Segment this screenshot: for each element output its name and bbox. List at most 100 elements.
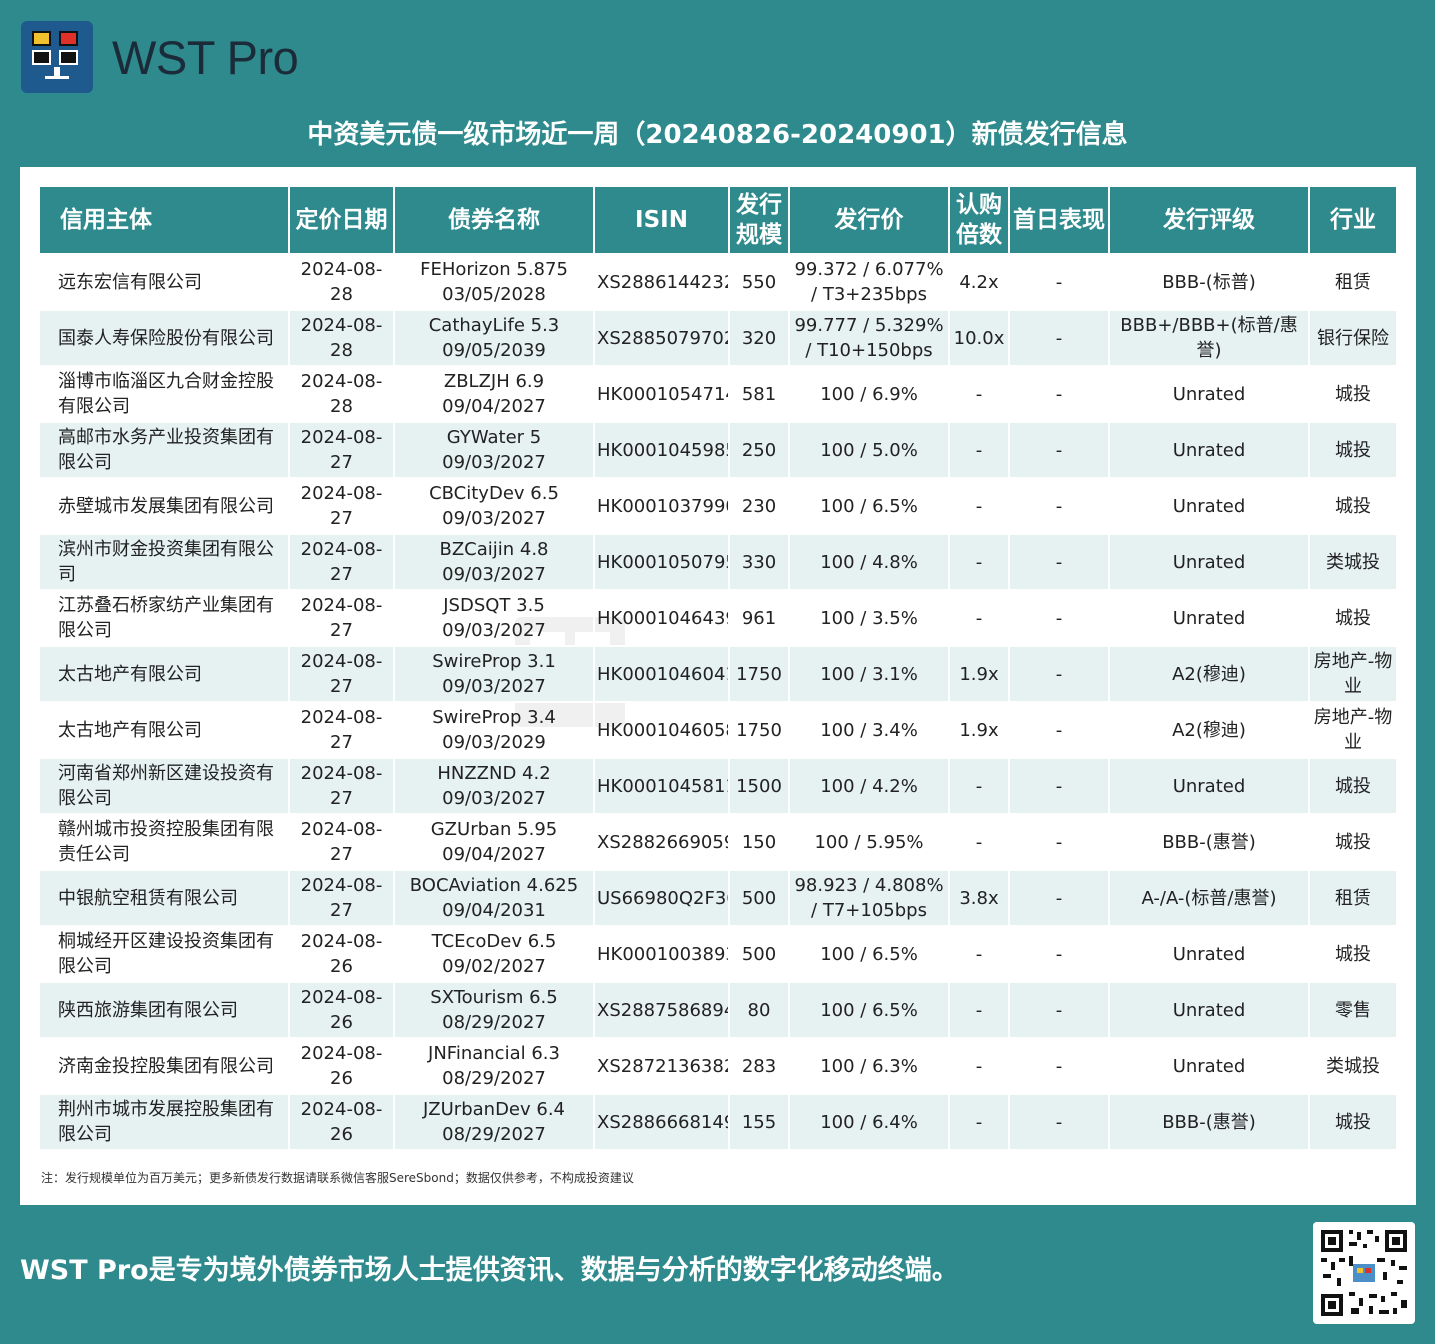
table-panel: WST Pro 信用主体 定价日期 债券名称 ISIN 发行规模 发行价 认购倍… [20,167,1416,1205]
bond-name-cell: SwireProp 3.4 09/03/2029 [395,701,595,757]
rating-cell: A2(穆迪) [1110,701,1310,757]
rating-cell: Unrated [1110,1037,1310,1093]
industry-cell: 城投 [1310,365,1396,421]
cover-cell: - [950,757,1010,813]
industry-cell: 银行保险 [1310,309,1396,365]
table-row: 国泰人寿保险股份有限公司 2024-08-28 CathayLife 5.3 09/… [40,309,1396,365]
industry-cell: 零售 [1310,981,1396,1037]
header-price: 发行价 [790,187,950,253]
cover-cell: - [950,533,1010,589]
cover-cell: - [950,477,1010,533]
isin-cell: HK0001050795 [595,533,730,589]
footnote: 注：发行规模单位为百万美元；更多新债发行数据请联系微信客服SereSbond；数… [41,1171,634,1185]
first-day-cell: - [1010,869,1110,925]
header-first-day: 首日表现 [1010,187,1110,253]
price-cell: 100 / 4.8% [790,533,950,589]
size-cell: 320 [730,309,790,365]
logo-icon [21,21,93,93]
table-row: 太古地产有限公司 2024-08-27 SwireProp 3.1 09/03/20… [40,645,1396,701]
first-day-cell: - [1010,1093,1110,1149]
price-cell: 100 / 3.1% [790,645,950,701]
issuer-cell: 赤壁城市发展集团有限公司 [40,477,290,533]
cover-cell: 1.9x [950,645,1010,701]
size-cell: 283 [730,1037,790,1093]
industry-cell: 类城投 [1310,1037,1396,1093]
issuer-cell: 济南金投控股集团有限公司 [40,1037,290,1093]
industry-cell: 租赁 [1310,869,1396,925]
industry-cell: 房地产-物业 [1310,701,1396,757]
size-cell: 1750 [730,701,790,757]
first-day-cell: - [1010,253,1110,309]
issuer-cell: 高邮市水务产业投资集团有限公司 [40,421,290,477]
size-cell: 500 [730,869,790,925]
price-cell: 100 / 5.95% [790,813,950,869]
pricing-date-cell: 2024-08-28 [290,253,395,309]
issuer-cell: 陕西旅游集团有限公司 [40,981,290,1037]
first-day-cell: - [1010,1037,1110,1093]
first-day-cell: - [1010,365,1110,421]
issuer-cell: 国泰人寿保险股份有限公司 [40,309,290,365]
pricing-date-cell: 2024-08-27 [290,757,395,813]
isin-cell: HK0001045985 [595,421,730,477]
rating-cell: BBB+/BBB+(标普/惠誉) [1110,309,1310,365]
rating-cell: BBB-(惠誉) [1110,1093,1310,1149]
price-cell: 100 / 3.5% [790,589,950,645]
issuer-cell: 淄博市临淄区九合财金控股有限公司 [40,365,290,421]
table-row: 荆州市城市发展控股集团有限公司 2024-08-26 JZUrbanDev 6.4 … [40,1093,1396,1149]
bond-issuance-table: 信用主体 定价日期 债券名称 ISIN 发行规模 发行价 认购倍数 首日表现 发… [40,187,1396,1149]
pricing-date-cell: 2024-08-26 [290,925,395,981]
table-row: 江苏叠石桥家纺产业集团有限公司 2024-08-27 JSDSQT 3.5 09/0… [40,589,1396,645]
bond-name-cell: JSDSQT 3.5 09/03/2027 [395,589,595,645]
size-cell: 250 [730,421,790,477]
pricing-date-cell: 2024-08-27 [290,421,395,477]
rating-cell: Unrated [1110,421,1310,477]
table-row: 桐城经开区建设投资集团有限公司 2024-08-26 TCEcoDev 6.5 09… [40,925,1396,981]
issuer-cell: 桐城经开区建设投资集团有限公司 [40,925,290,981]
issuer-cell: 太古地产有限公司 [40,701,290,757]
size-cell: 150 [730,813,790,869]
size-cell: 155 [730,1093,790,1149]
bond-name-cell: JNFinancial 6.3 08/29/2027 [395,1037,595,1093]
pricing-date-cell: 2024-08-27 [290,533,395,589]
header-bond-name: 债券名称 [395,187,595,253]
cover-cell: 3.8x [950,869,1010,925]
size-cell: 581 [730,365,790,421]
industry-cell: 租赁 [1310,253,1396,309]
size-cell: 550 [730,253,790,309]
bond-name-cell: ZBLZJH 6.9 09/04/2027 [395,365,595,421]
header-pricing-date: 定价日期 [290,187,395,253]
size-cell: 961 [730,589,790,645]
pricing-date-cell: 2024-08-27 [290,813,395,869]
industry-cell: 城投 [1310,925,1396,981]
issuer-cell: 滨州市财金投资集团有限公司 [40,533,290,589]
isin-cell: HK0001054714 [595,365,730,421]
qr-code-icon [1313,1222,1415,1324]
issuer-cell: 荆州市城市发展控股集团有限公司 [40,1093,290,1149]
bond-name-cell: CBCityDev 6.5 09/03/2027 [395,477,595,533]
first-day-cell: - [1010,925,1110,981]
industry-cell: 城投 [1310,421,1396,477]
rating-cell: Unrated [1110,533,1310,589]
header-rating: 发行评级 [1110,187,1310,253]
isin-cell: XS2882669059 [595,813,730,869]
rating-cell: Unrated [1110,925,1310,981]
cover-cell: - [950,1037,1010,1093]
isin-cell: XS2886144232 [595,253,730,309]
first-day-cell: - [1010,421,1110,477]
table-row: 远东宏信有限公司 2024-08-28 FEHorizon 5.875 03/05/… [40,253,1396,309]
bond-name-cell: CathayLife 5.3 09/05/2039 [395,309,595,365]
bond-name-cell: JZUrbanDev 6.4 08/29/2027 [395,1093,595,1149]
rating-cell: Unrated [1110,477,1310,533]
pricing-date-cell: 2024-08-27 [290,477,395,533]
bond-name-cell: TCEcoDev 6.5 09/02/2027 [395,925,595,981]
price-cell: 99.372 / 6.077% / T3+235bps [790,253,950,309]
rating-cell: Unrated [1110,365,1310,421]
table-row: 淄博市临淄区九合财金控股有限公司 2024-08-28 ZBLZJH 6.9 09/… [40,365,1396,421]
rating-cell: BBB-(标普) [1110,253,1310,309]
isin-cell: XS2886668149 [595,1093,730,1149]
issuer-cell: 中银航空租赁有限公司 [40,869,290,925]
isin-cell: HK0001046058 [595,701,730,757]
size-cell: 1750 [730,645,790,701]
industry-cell: 城投 [1310,589,1396,645]
first-day-cell: - [1010,309,1110,365]
